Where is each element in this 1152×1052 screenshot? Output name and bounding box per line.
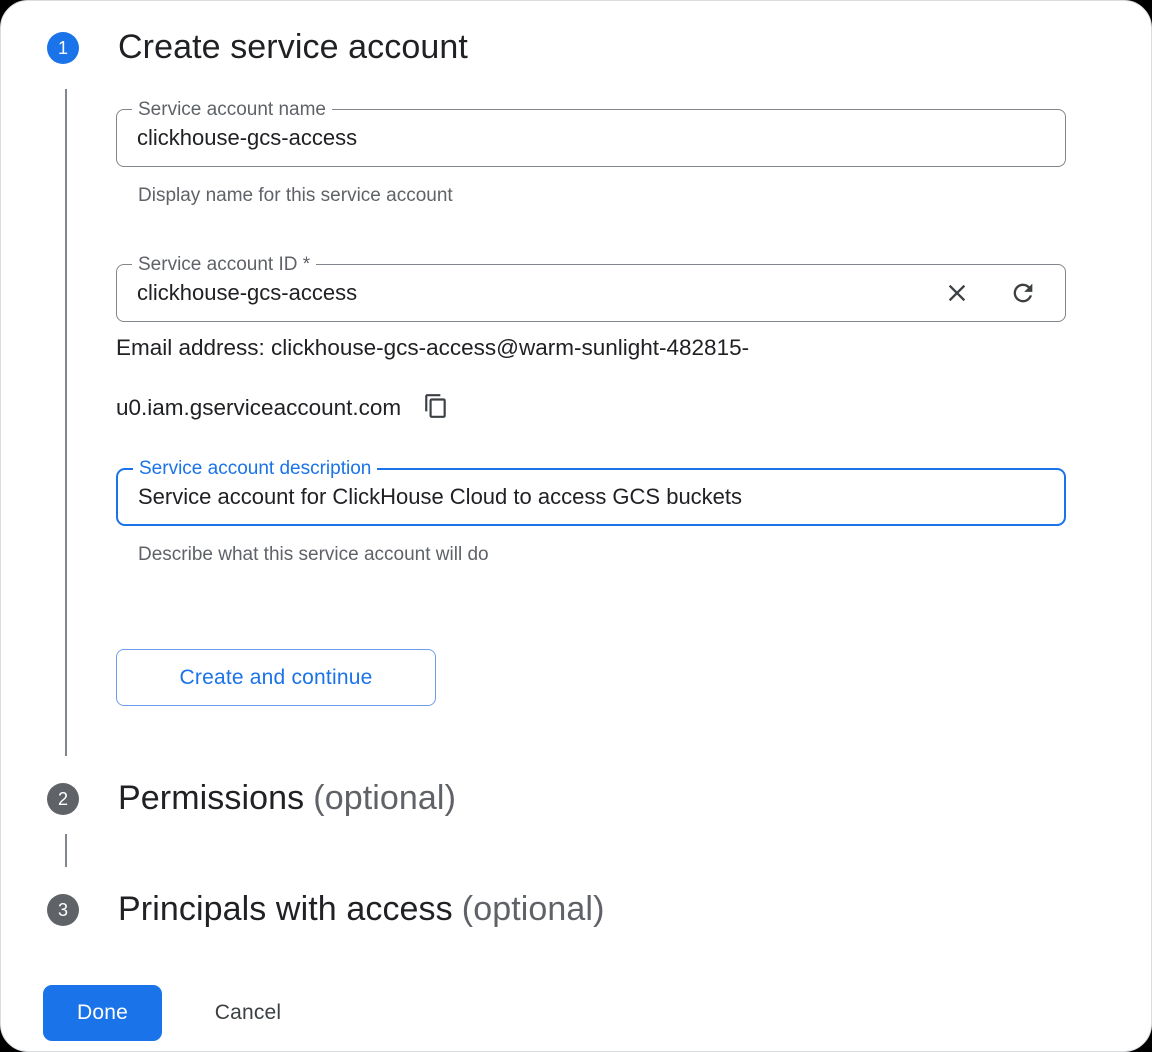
step-1-number: 1 xyxy=(58,38,68,59)
email-address-line2: u0.iam.gserviceaccount.com xyxy=(116,395,401,420)
done-button[interactable]: Done xyxy=(43,985,162,1041)
step-2-connector-line xyxy=(65,834,67,867)
create-service-account-panel: 1 Create service account Service account… xyxy=(0,0,1152,1052)
step-2-title-text: Permissions xyxy=(118,779,304,817)
service-account-name-field: Service account name xyxy=(116,109,1066,167)
step-2-optional-text: (optional) xyxy=(313,779,456,817)
email-address-line1: Email address: clickhouse-gcs-access@war… xyxy=(116,335,749,361)
refresh-icon[interactable] xyxy=(1009,279,1037,307)
service-account-id-input[interactable] xyxy=(117,265,1065,321)
step-2-badge: 2 xyxy=(47,783,79,815)
step-1-badge: 1 xyxy=(47,32,79,64)
step-3-badge: 3 xyxy=(47,894,79,926)
step-1-connector-line xyxy=(65,89,67,756)
copy-icon[interactable] xyxy=(423,393,449,419)
service-account-description-input[interactable] xyxy=(118,470,1064,524)
create-and-continue-button[interactable]: Create and continue xyxy=(116,649,436,706)
clear-icon[interactable] xyxy=(943,279,971,307)
service-account-description-helper: Describe what this service account will … xyxy=(138,544,489,566)
step-2-number: 2 xyxy=(58,789,68,810)
cancel-button[interactable]: Cancel xyxy=(183,985,313,1041)
step-3-title: Principals with access(optional) xyxy=(118,890,605,929)
step-3-title-text: Principals with access xyxy=(118,890,453,928)
service-account-description-field: Service account description xyxy=(116,468,1066,526)
service-account-id-actions xyxy=(943,279,1037,307)
step-3-number: 3 xyxy=(58,900,68,921)
step-2-title: Permissions(optional) xyxy=(118,779,456,818)
step-1-title: Create service account xyxy=(118,28,468,67)
service-account-name-helper: Display name for this service account xyxy=(138,185,453,207)
email-address-line2-row: u0.iam.gserviceaccount.com xyxy=(116,393,449,421)
service-account-name-input[interactable] xyxy=(117,110,1065,166)
service-account-id-field: Service account ID * xyxy=(116,264,1066,322)
step-3-optional-text: (optional) xyxy=(462,890,605,928)
